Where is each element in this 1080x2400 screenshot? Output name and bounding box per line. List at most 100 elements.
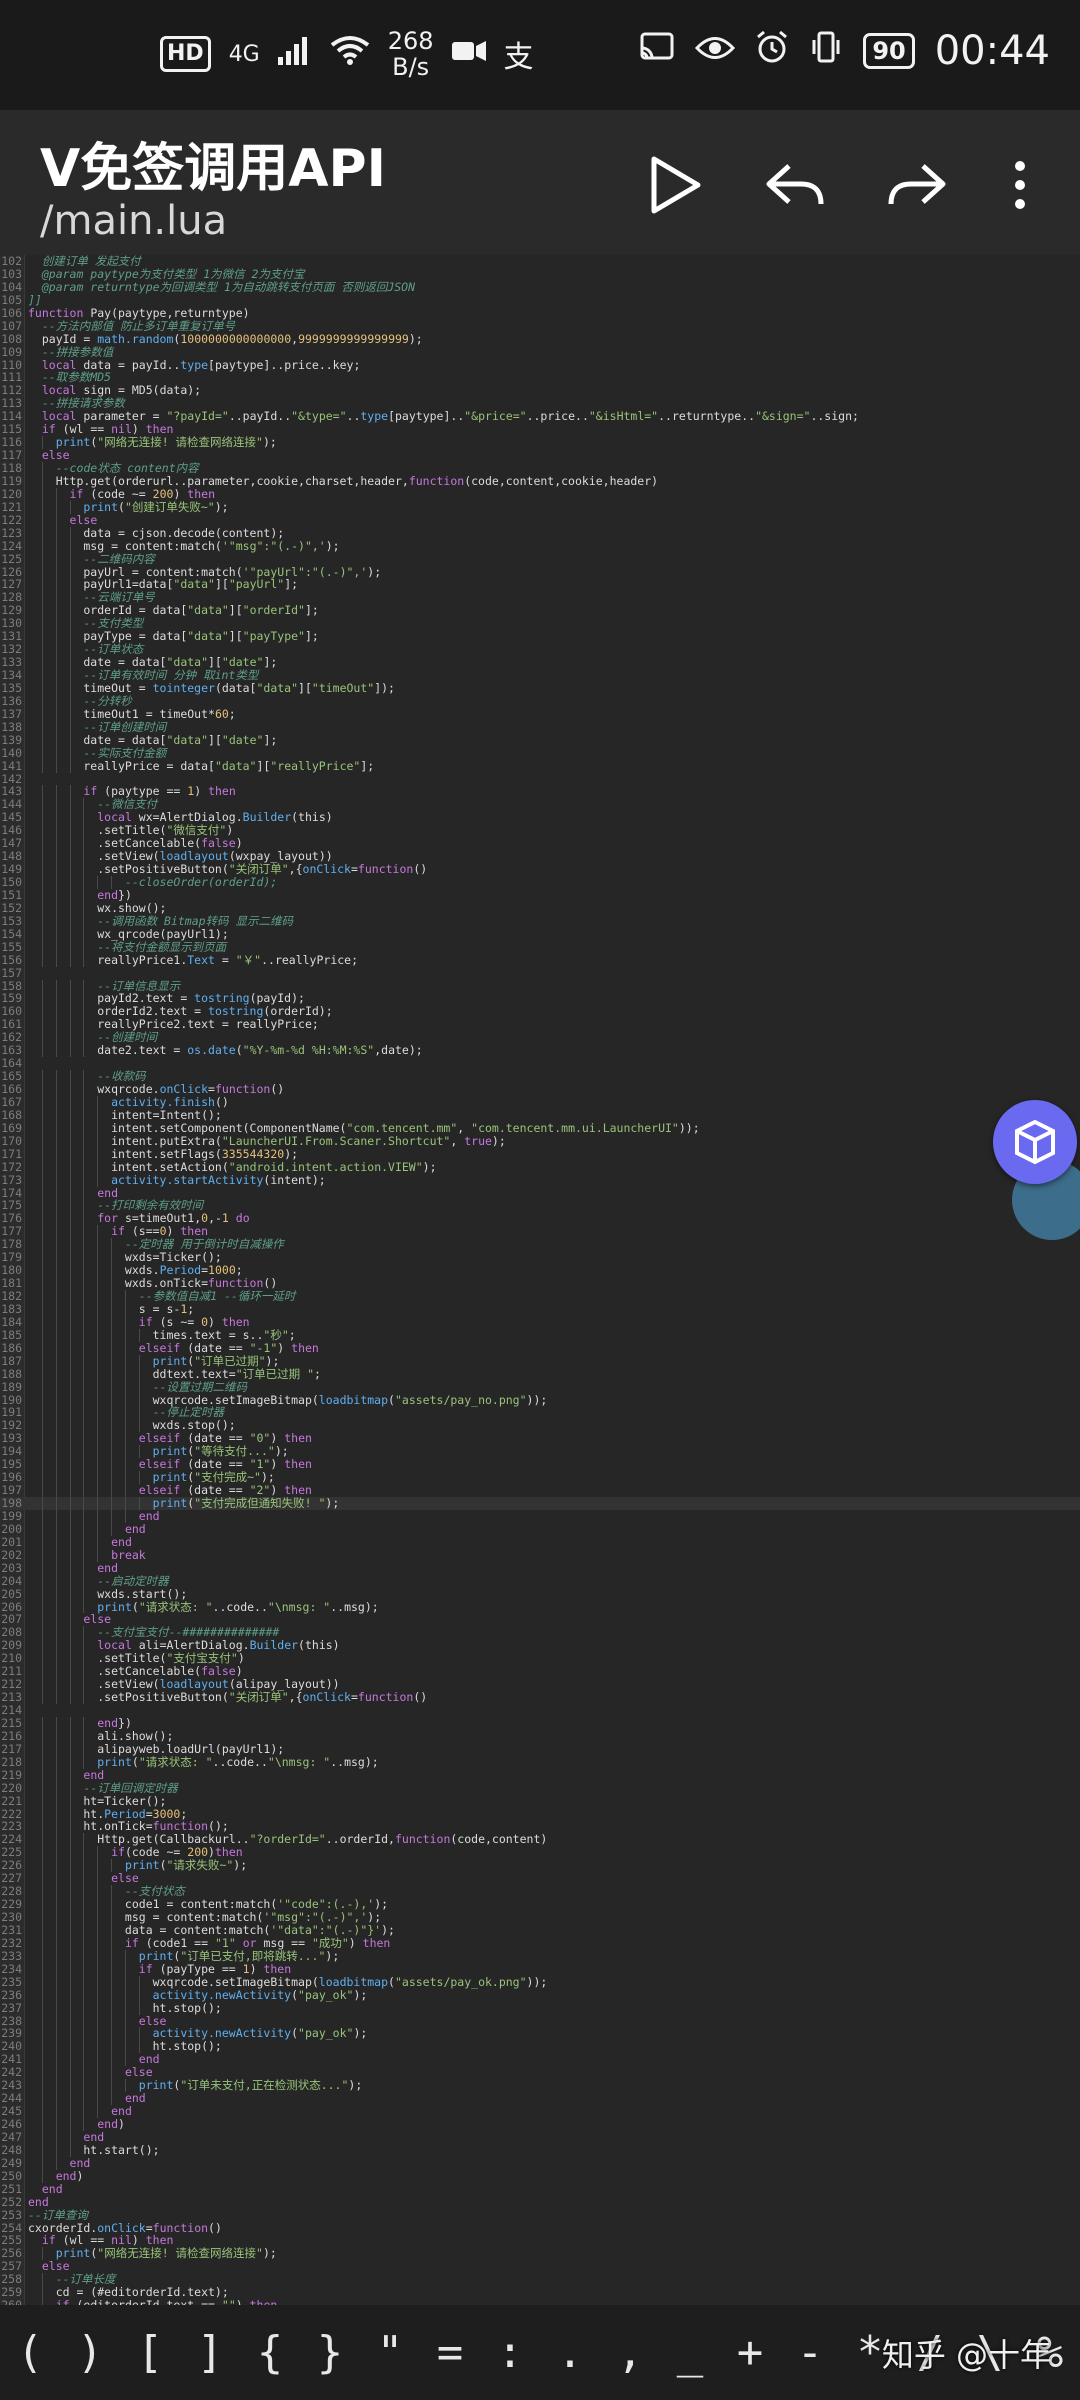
code-editor[interactable]: 102 创建订单 发起支付 103 @param paytype为支付类型 1为微…	[0, 255, 1080, 2305]
indent-guide	[69, 953, 71, 967]
code-line[interactable]: 135 timeOut = tointeger(data["data"]["ti…	[0, 681, 1080, 695]
line-text: alipayweb.loadUrl(payUrl1);	[28, 1741, 285, 1756]
indent-guide	[83, 1044, 85, 1058]
symbol-key[interactable]: =	[437, 2327, 464, 2378]
symbol-key[interactable]: _	[677, 2327, 704, 2378]
code-line[interactable]: 121 print("创建订单失败~");	[0, 500, 1080, 514]
code-line[interactable]: 240 ht.stop();	[0, 2040, 1080, 2054]
code-line[interactable]: 251 end	[0, 2182, 1080, 2196]
line-text: print("请求状态: "..code.."\nmsg: "..msg);	[97, 1599, 379, 1614]
code-line[interactable]: 116 print("网络无连接! 请检查网络连接");	[0, 436, 1080, 450]
code-line[interactable]: 173 activity.startActivity(intent);	[0, 1173, 1080, 1187]
code-line[interactable]: 200 end	[0, 1522, 1080, 1536]
code-line[interactable]: 163 date2.text = os.date("%Y-%m-%d %H:%M…	[0, 1044, 1080, 1058]
line-number: 218	[1, 1754, 22, 1769]
line-text: Http.get(orderurl..parameter,cookie,char…	[28, 473, 659, 488]
symbol-key[interactable]: ,	[617, 2327, 644, 2378]
symbol-key[interactable]: (	[17, 2327, 44, 2378]
symbol-key[interactable]: "	[377, 2327, 404, 2378]
code-line[interactable]: 214	[0, 1704, 1080, 1717]
line-number: 221	[1, 1793, 22, 1808]
line-text: ht=Ticker();	[28, 1793, 167, 1808]
code-line[interactable]: 218 print("请求状态: "..code.."\nmsg: "..msg…	[0, 1754, 1080, 1769]
code-line[interactable]: 226 print("请求失败~");	[0, 1859, 1080, 1873]
code-line[interactable]: 156 reallyPrice1.Text = "￥"..reallyPrice…	[0, 953, 1080, 967]
code-line[interactable]: 201 end	[0, 1535, 1080, 1549]
floating-tool-button[interactable]	[993, 1100, 1077, 1184]
undo-button[interactable]	[760, 150, 830, 220]
symbol-key[interactable]: {	[257, 2327, 284, 2378]
line-text: wxds.onTick=function()	[28, 1276, 278, 1291]
line-text: wx.show();	[28, 900, 167, 915]
line-text: --订单信息显示	[28, 978, 181, 993]
code-line[interactable]: 161 reallyPrice2.text = reallyPrice;	[0, 1018, 1080, 1032]
symbol-key[interactable]: .	[557, 2327, 584, 2378]
symbol-key[interactable]: :	[497, 2327, 524, 2378]
code-line[interactable]: 241 end	[0, 2053, 1080, 2067]
line-text: wxqrcode.onClick=function()	[28, 1082, 285, 1096]
code-line[interactable]: 257 else	[0, 2260, 1080, 2273]
symbol-key[interactable]: )	[77, 2327, 104, 2378]
code-line[interactable]: 246 end)	[0, 2118, 1080, 2131]
run-button[interactable]	[640, 150, 710, 220]
line-text: --订单查询	[28, 2207, 88, 2222]
code-line[interactable]: 110 local data = payId..type[paytype]..p…	[0, 358, 1080, 372]
code-line[interactable]: 141 reallyPrice = data["data"]["reallyPr…	[0, 759, 1080, 773]
symbol-key[interactable]: +	[737, 2327, 764, 2378]
redo-button[interactable]	[882, 150, 952, 220]
line-text: end	[111, 2104, 132, 2119]
symbol-key[interactable]: -	[797, 2327, 824, 2378]
code-line[interactable]: 150 --closeOrder(orderId);	[0, 876, 1080, 889]
code-line[interactable]: 244 end	[0, 2092, 1080, 2106]
line-number: 138	[1, 719, 22, 734]
code-line[interactable]: 202 break	[0, 1548, 1080, 1562]
line-text: --closeOrder(orderId);	[28, 875, 278, 889]
code-line[interactable]: 129 orderId = data["data"]["orderId"];	[0, 604, 1080, 618]
line-text: wxds.Period=1000;	[28, 1263, 243, 1278]
more-button[interactable]	[990, 150, 1050, 220]
code-line[interactable]: 256 print("网络无连接! 请检查网络连接");	[0, 2247, 1080, 2261]
code-line[interactable]: 206 print("请求状态: "..code.."\nmsg: "..msg…	[0, 1599, 1080, 1614]
network-type: 4G	[228, 41, 260, 67]
symbol-key[interactable]: *	[857, 2327, 884, 2378]
line-text: local wx=AlertDialog.Builder(this)	[97, 810, 333, 825]
code-line[interactable]: 249 end	[0, 2156, 1080, 2170]
indent-guide	[69, 759, 71, 773]
line-number: 136	[1, 693, 22, 708]
code-line[interactable]: 199 end	[0, 1509, 1080, 1523]
code-line[interactable]: 124 msg = content:match('"msg":"(.-)",')…	[0, 539, 1080, 553]
code-line[interactable]: 245 end	[0, 2105, 1080, 2118]
code-line[interactable]: 108 payId = math.random(1000000000000000…	[0, 332, 1080, 346]
code-line[interactable]: 252 end	[0, 2195, 1080, 2209]
code-line[interactable]: 248 ht.start();	[0, 2143, 1080, 2157]
symbol-key[interactable]: ]	[197, 2327, 224, 2378]
line-number: 234	[1, 1961, 22, 1976]
symbol-key[interactable]: [	[137, 2327, 164, 2378]
line-number: 216	[1, 1728, 22, 1743]
line-text: print("订单已过期");	[152, 1353, 280, 1368]
line-text: wxds=Ticker();	[28, 1250, 222, 1265]
code-line[interactable]: 247 end	[0, 2130, 1080, 2144]
line-number: 184	[1, 1314, 22, 1329]
line-text: activity.newActivity("pay_ok");	[152, 1987, 368, 2002]
line-number: 204	[1, 1573, 22, 1588]
line-number: 230	[1, 1910, 22, 1924]
code-line[interactable]: 112 local sign = MD5(data);	[0, 384, 1080, 397]
line-number: 215	[1, 1715, 22, 1730]
line-text: --订单回调定时器	[28, 1780, 178, 1795]
indent-guide	[69, 1044, 71, 1058]
code-line[interactable]: 164	[0, 1057, 1080, 1070]
code-line[interactable]: 127 payUrl1=data["data"]["payUrl"];	[0, 578, 1080, 592]
code-lines: 102 创建订单 发起支付 103 @param paytype为支付类型 1为微…	[0, 255, 1080, 2305]
code-line[interactable]: 198 print("支付完成但通知失败! ");	[0, 1497, 1080, 1510]
line-number: 120	[1, 486, 22, 501]
file-path: /main.lua	[40, 198, 228, 244]
code-line[interactable]: 243 print("订单未支付,正在检测状态...");	[0, 2079, 1080, 2093]
code-line[interactable]: 213 .setPositiveButton("关闭订单",{onClick=f…	[0, 1691, 1080, 1704]
symbol-key[interactable]: }	[317, 2327, 344, 2378]
code-line[interactable]: 131 payType = data["data"]["payType"];	[0, 630, 1080, 644]
indent-guide	[55, 953, 57, 967]
code-line[interactable]: 143 if (paytype == 1) then	[0, 785, 1080, 799]
code-line[interactable]: 250 end)	[0, 2169, 1080, 2183]
code-line[interactable]: 104 @param returntype为回调类型 1为自动跳转支付页面 否则…	[0, 280, 1080, 294]
